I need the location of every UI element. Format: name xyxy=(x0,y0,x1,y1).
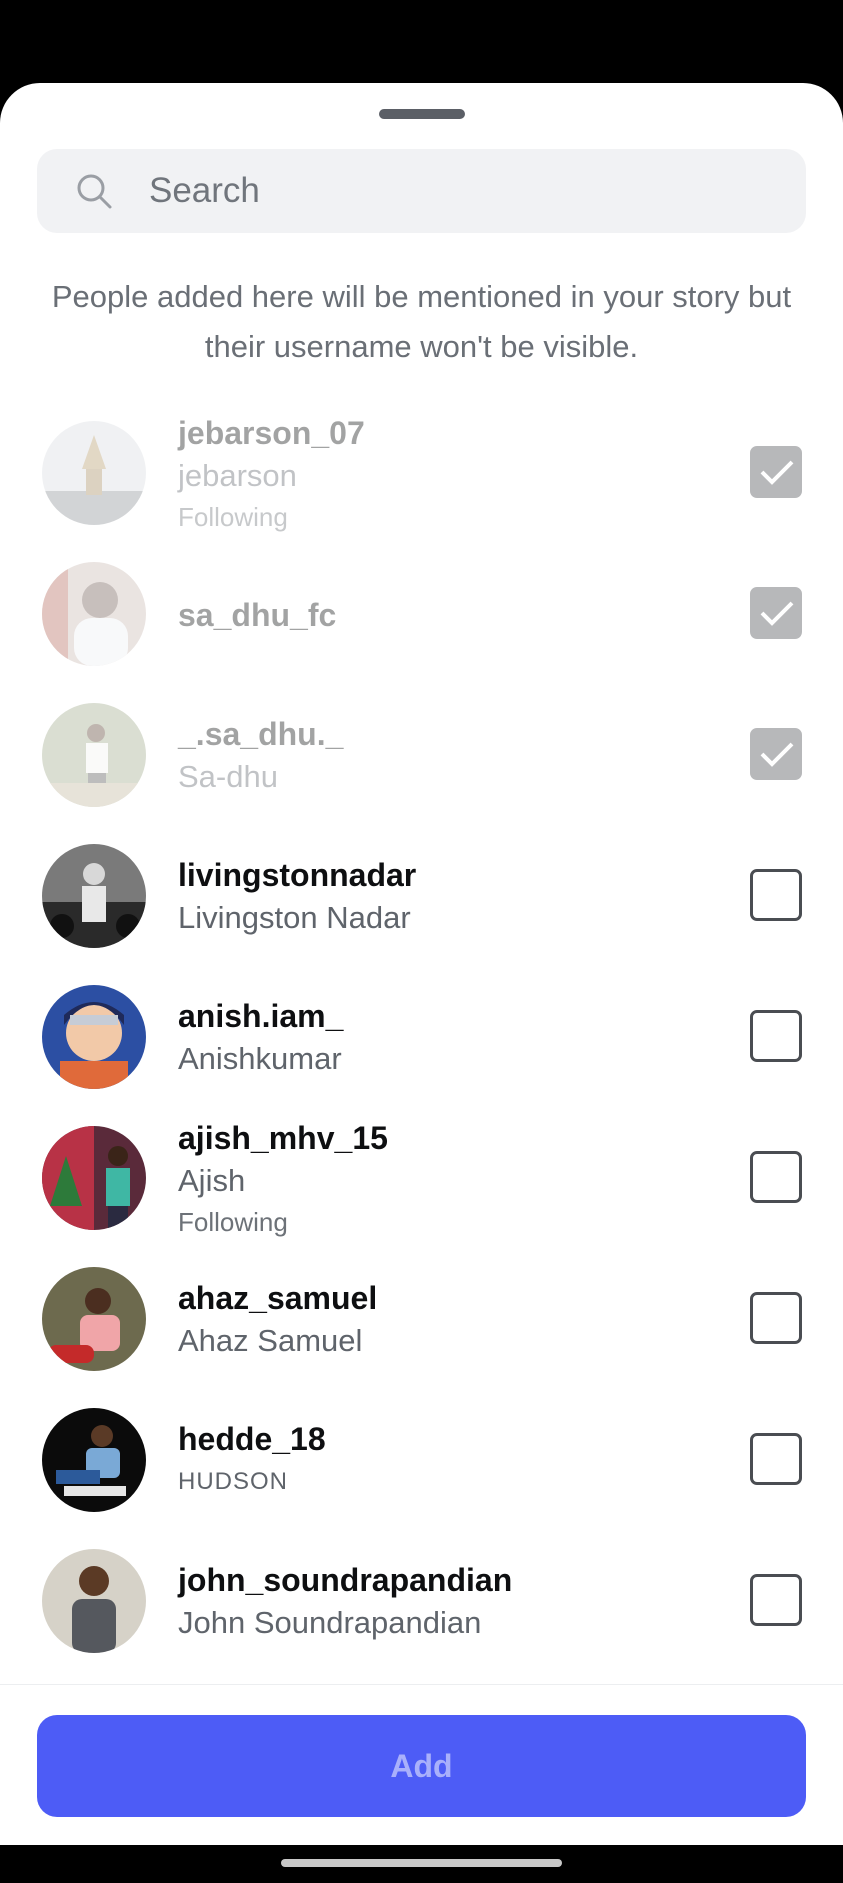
list-item[interactable]: hedde_18 HUDSON xyxy=(0,1390,843,1531)
username: sa_dhu_fc xyxy=(178,596,337,633)
username: hedde_18 xyxy=(178,1420,326,1457)
list-item[interactable]: sa_dhu_fc xyxy=(0,544,843,685)
search-bar[interactable] xyxy=(37,149,806,233)
checkmark-icon xyxy=(760,460,794,485)
username: ajish_mhv_15 xyxy=(178,1119,388,1156)
list-item[interactable]: livingstonnadar Livingston Nadar xyxy=(0,826,843,967)
username: ahaz_samuel xyxy=(178,1279,378,1316)
avatar xyxy=(42,985,146,1089)
select-checkbox[interactable] xyxy=(750,1433,802,1485)
full-name: Sa-dhu xyxy=(178,758,278,794)
full-name: HUDSON xyxy=(178,1467,289,1495)
username: jebarson_07 xyxy=(178,414,365,451)
full-name: jebarson xyxy=(178,457,297,493)
avatar xyxy=(42,421,146,525)
home-indicator[interactable] xyxy=(281,1859,562,1867)
select-checkbox[interactable] xyxy=(750,1574,802,1626)
checkmark-icon xyxy=(760,742,794,767)
list-item[interactable]: anish.iam_ Anishkumar xyxy=(0,967,843,1108)
avatar xyxy=(42,562,146,666)
bottom-sheet: People added here will be mentioned in y… xyxy=(0,83,843,1845)
list-item[interactable]: ajish_mhv_15 Ajish Following xyxy=(0,1108,843,1249)
username: livingstonnadar xyxy=(178,856,417,893)
select-checkbox[interactable] xyxy=(750,728,802,780)
follow-status: Following xyxy=(178,1206,288,1237)
username: anish.iam_ xyxy=(178,997,344,1034)
username: _.sa_dhu._ xyxy=(178,715,344,752)
search-icon xyxy=(77,174,112,209)
select-checkbox[interactable] xyxy=(750,1151,802,1203)
username: john_soundrapandian xyxy=(178,1561,513,1598)
avatar xyxy=(42,1267,146,1371)
add-button[interactable]: Add xyxy=(37,1715,806,1817)
follow-status: Following xyxy=(178,501,288,532)
select-checkbox[interactable] xyxy=(750,1010,802,1062)
list-item[interactable]: _.sa_dhu._ Sa-dhu xyxy=(0,685,843,826)
avatar xyxy=(42,1408,146,1512)
people-list: jebarson_07 jebarson Following sa_dhu_fc xyxy=(0,403,843,1672)
full-name: John Soundrapandian xyxy=(178,1604,482,1640)
checkmark-icon xyxy=(760,601,794,626)
select-checkbox[interactable] xyxy=(750,1292,802,1344)
footer: Add xyxy=(0,1684,843,1845)
select-checkbox[interactable] xyxy=(750,587,802,639)
avatar xyxy=(42,1126,146,1230)
list-item[interactable]: jebarson_07 jebarson Following xyxy=(0,403,843,544)
search-input[interactable] xyxy=(149,149,789,233)
avatar xyxy=(42,1549,146,1653)
select-checkbox[interactable] xyxy=(750,446,802,498)
full-name: Livingston Nadar xyxy=(178,899,411,935)
avatar xyxy=(42,703,146,807)
avatar xyxy=(42,844,146,948)
list-item[interactable]: ahaz_samuel Ahaz Samuel xyxy=(0,1249,843,1390)
mention-notice: People added here will be mentioned in y… xyxy=(51,279,792,364)
full-name: Anishkumar xyxy=(178,1040,342,1076)
full-name: Ajish xyxy=(178,1162,246,1198)
list-item[interactable]: john_soundrapandian John Soundrapandian xyxy=(0,1531,843,1672)
full-name: Ahaz Samuel xyxy=(178,1322,363,1358)
drag-handle[interactable] xyxy=(379,109,465,119)
select-checkbox[interactable] xyxy=(750,869,802,921)
